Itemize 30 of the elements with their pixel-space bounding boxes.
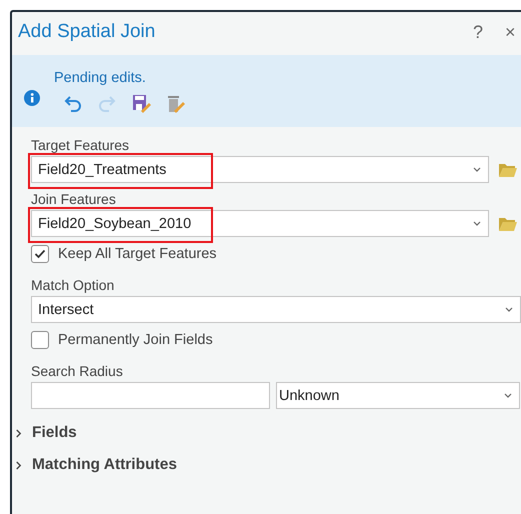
chevron-down-icon <box>472 220 482 226</box>
chevron-down-icon <box>504 306 514 312</box>
field-label: Join Features <box>31 191 116 207</box>
checkbox[interactable] <box>31 245 49 263</box>
help-button[interactable]: ? <box>461 22 495 42</box>
field-label: Target Features <box>31 137 130 153</box>
close-button[interactable]: × <box>495 22 521 42</box>
layer-dropdown[interactable]: Field20_Treatments <box>31 156 489 183</box>
expand-caret-icon[interactable] <box>15 428 22 438</box>
info-icon <box>24 90 40 106</box>
field-label: Match Option <box>31 277 114 293</box>
chevron-down-icon <box>503 392 513 398</box>
unit-dropdown[interactable]: Unknown <box>276 382 520 409</box>
save-pencil-icon[interactable] <box>131 92 151 112</box>
input-field[interactable] <box>31 382 270 409</box>
notice-text: Pending edits. <box>54 70 147 86</box>
checkbox[interactable] <box>31 331 49 349</box>
field-label: Search Radius <box>31 363 123 379</box>
folder-icon[interactable] <box>498 216 518 232</box>
section-header[interactable]: Fields <box>32 424 77 442</box>
checkbox-label: Keep All Target Features <box>58 246 217 262</box>
dropdown[interactable]: Intersect <box>31 296 521 323</box>
checkmark-icon <box>33 247 47 261</box>
window-title: Add Spatial Join <box>18 21 156 43</box>
folder-icon[interactable] <box>498 162 518 178</box>
chevron-down-icon <box>472 166 482 172</box>
layer-dropdown[interactable]: Field20_Soybean_2010 <box>31 210 489 237</box>
expand-caret-icon[interactable] <box>15 460 22 470</box>
checkbox-label: Permanently Join Fields <box>58 332 213 348</box>
section-header[interactable]: Matching Attributes <box>32 456 177 474</box>
